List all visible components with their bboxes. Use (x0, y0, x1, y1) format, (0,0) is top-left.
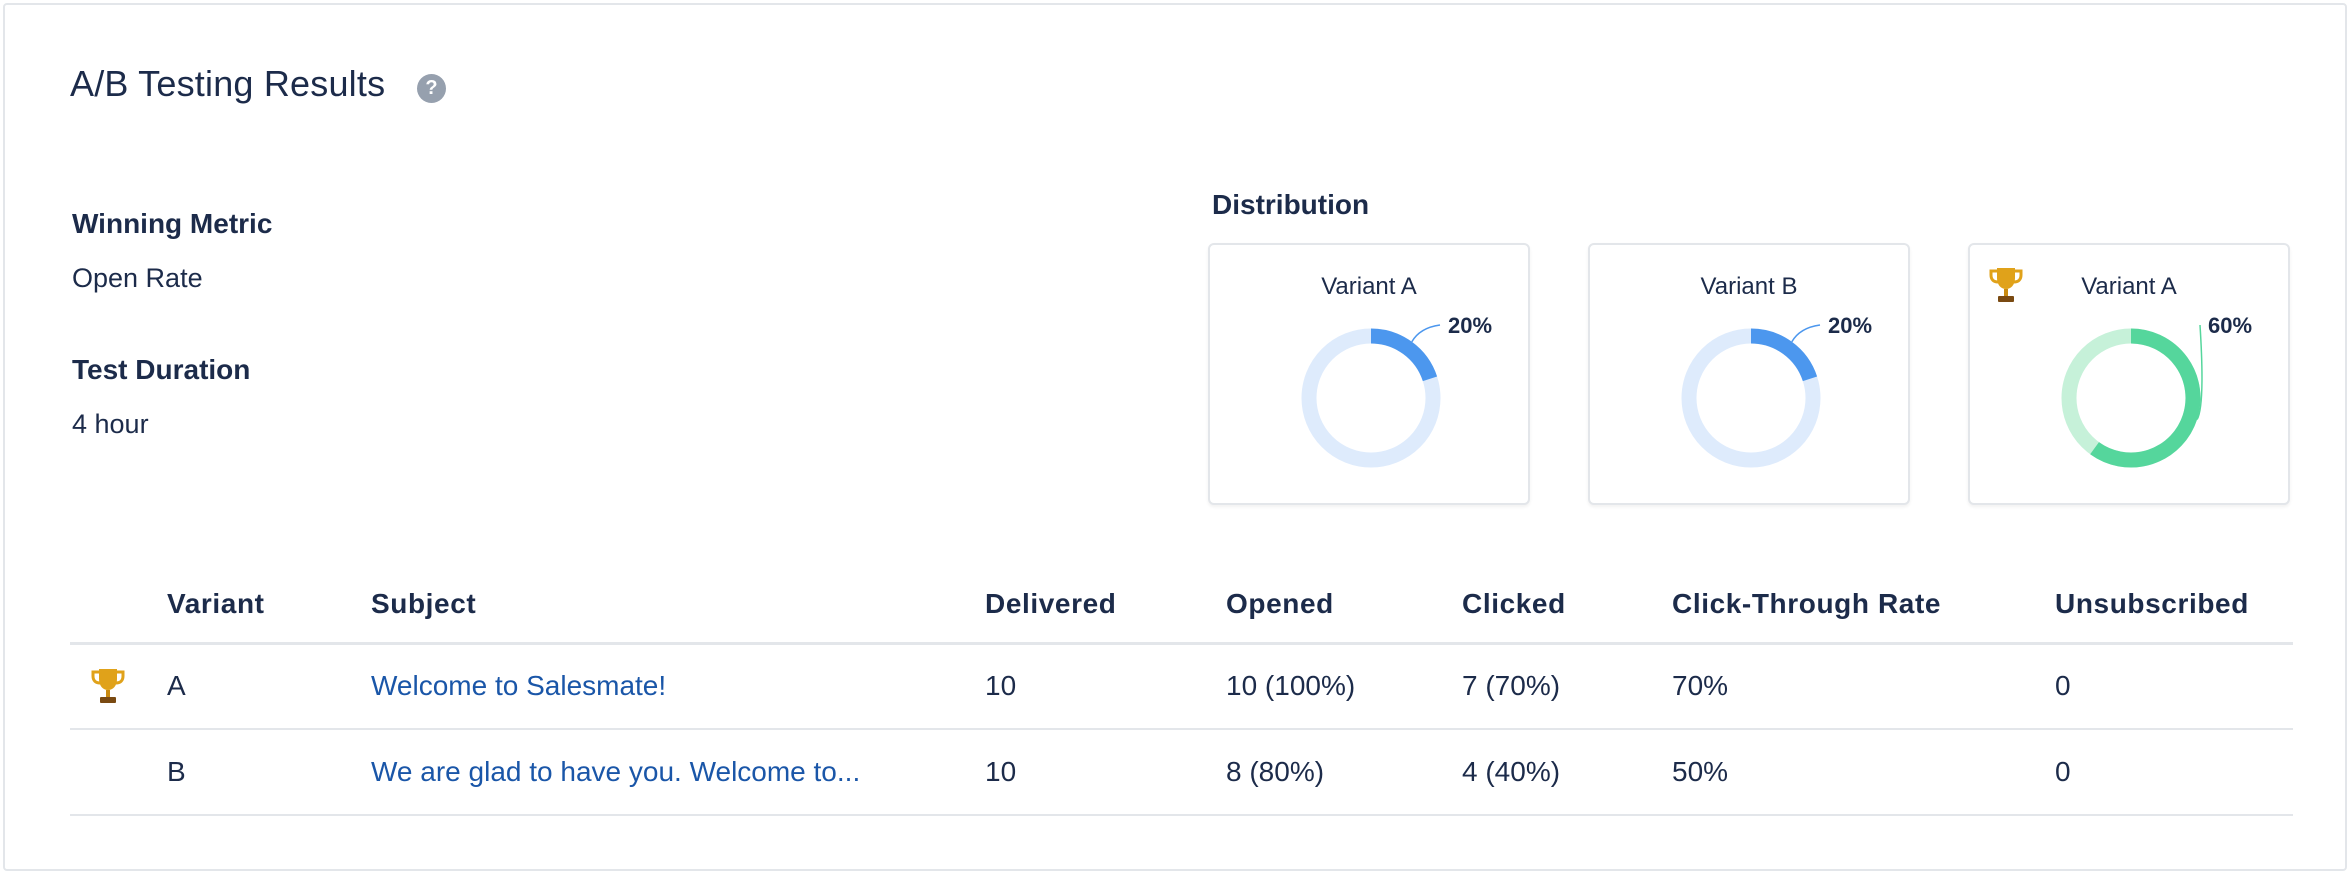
header-clicked[interactable]: Clicked (1462, 567, 1672, 645)
winning-metric-value: Open Rate (72, 263, 203, 293)
subject-cell: Welcome to Salesmate! (371, 643, 985, 730)
header-unsubscribed[interactable]: Unsubscribed (2055, 567, 2293, 645)
donut-leader-line (1791, 324, 1821, 343)
header-subject[interactable]: Subject (371, 567, 985, 645)
donut-segment (1370, 328, 1438, 382)
delivered-cell: 10 (985, 729, 1226, 816)
unsubscribed-cell: 0 (2055, 643, 2293, 730)
table-header-row: Variant Subject Delivered Opened Clicked… (70, 567, 2293, 645)
winner-cell (70, 643, 167, 730)
ctr-cell: 50% (1672, 729, 2055, 816)
header-opened[interactable]: Opened (1226, 567, 1462, 645)
table-row: B We are glad to have you. Welcome to...… (70, 729, 2293, 816)
distribution-variant-name: Variant A (2081, 273, 2177, 300)
clicked-cell: 4 (40%) (1462, 729, 1672, 816)
help-icon[interactable]: ? (417, 74, 446, 103)
trophy-icon (91, 669, 125, 704)
subject-link[interactable]: Welcome to Salesmate! (371, 670, 666, 701)
header-winner (70, 567, 167, 645)
header-variant[interactable]: Variant (167, 567, 371, 645)
test-duration-value: 4 hour (72, 409, 149, 439)
results-table: Variant Subject Delivered Opened Clicked… (70, 567, 2293, 816)
donut-leader-line (1411, 324, 1441, 343)
ctr-cell: 70% (1672, 643, 2055, 730)
unsubscribed-cell: 0 (2055, 729, 2293, 816)
distribution-card-0: Variant A 20% (1208, 243, 1530, 505)
table-row: A Welcome to Salesmate! 10 10 (100%) 7 (… (70, 643, 2293, 730)
winner-cell (70, 729, 167, 816)
variant-cell: A (167, 643, 371, 730)
donut-segment (2090, 328, 2201, 468)
distribution-card-2: Variant A 60% (1968, 243, 2290, 505)
distribution-percent: 20% (1448, 313, 1493, 338)
test-duration-label: Test Duration (72, 354, 251, 385)
distribution-title: Distribution (1212, 189, 1370, 220)
donut-segment (1750, 328, 1818, 382)
opened-cell: 10 (100%) (1226, 643, 1462, 730)
header-click-through-rate[interactable]: Click-Through Rate (1672, 567, 2055, 645)
ab-testing-results-card: A/B Testing Results ? Winning Metric Ope… (3, 3, 2347, 871)
distribution-percent: 20% (1828, 313, 1873, 338)
subject-link[interactable]: We are glad to have you. Welcome to... (371, 756, 860, 787)
distribution-variant-name: Variant B (1700, 273, 1798, 300)
distribution-card-1: Variant B 20% (1588, 243, 1910, 505)
delivered-cell: 10 (985, 643, 1226, 730)
header-delivered[interactable]: Delivered (985, 567, 1226, 645)
opened-cell: 8 (80%) (1226, 729, 1462, 816)
winning-metric-label: Winning Metric (72, 208, 273, 239)
page-title: A/B Testing Results (70, 63, 386, 104)
variant-cell: B (167, 729, 371, 816)
clicked-cell: 7 (70%) (1462, 643, 1672, 730)
distribution-variant-name: Variant A (1321, 273, 1417, 300)
distribution-percent: 60% (2208, 313, 2253, 338)
subject-cell: We are glad to have you. Welcome to... (371, 729, 985, 816)
